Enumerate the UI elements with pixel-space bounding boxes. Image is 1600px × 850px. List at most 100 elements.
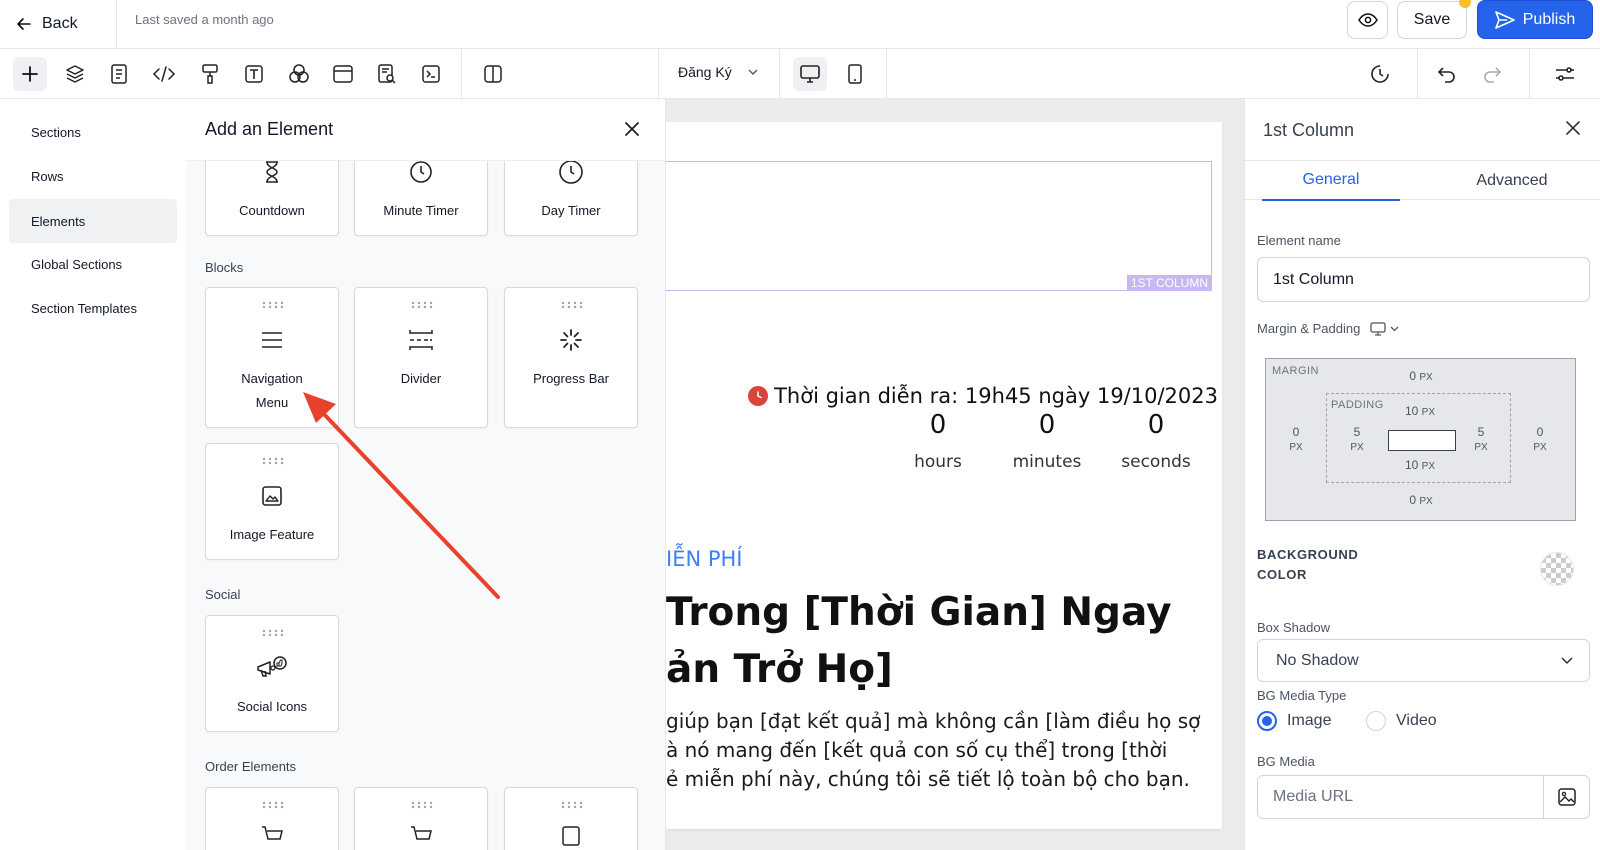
divider [116,0,117,48]
code-button[interactable] [147,57,181,91]
padding-bottom-value[interactable]: 10 PX [1395,458,1445,474]
clock-icon [748,386,769,406]
pages-button[interactable] [102,57,136,91]
settings-sliders-icon [1556,67,1574,81]
radio-circle [1366,711,1386,731]
drag-handle-icon [262,801,284,809]
tab-advanced[interactable]: Advanced [1443,161,1581,201]
layers-icon [66,65,84,83]
nav-item-section-templates[interactable]: Section Templates [9,286,177,330]
media-picker-button[interactable] [1543,776,1589,818]
save-button[interactable]: Save [1397,1,1467,39]
undo-icon [1437,67,1455,83]
clock-icon [407,158,435,186]
element-name-input[interactable]: 1st Column [1257,257,1590,302]
publish-button[interactable]: Publish [1477,0,1593,39]
toolbar-divider [658,49,659,98]
close-icon [1566,121,1580,135]
desktop-view-button[interactable] [793,57,827,91]
redo-button[interactable] [1475,57,1509,91]
element-card-label: Progress Bar [533,371,609,386]
close-panel-button[interactable] [622,119,642,139]
left-navigation: Sections Rows Elements Global Sections S… [0,99,186,850]
media-url-field[interactable]: Media URL [1257,775,1590,819]
page-icon [111,64,127,84]
typography-button[interactable] [237,57,271,91]
box-shadow-value: No Shadow [1276,651,1359,669]
image-icon [258,482,286,510]
toolbar-divider [1529,49,1530,98]
add-element-button[interactable] [13,57,47,91]
box-shadow-select[interactable]: No Shadow [1257,639,1590,682]
back-button[interactable]: Back [16,9,78,39]
padding-left-value[interactable]: 5 PX [1345,425,1369,455]
body-paragraph[interactable]: giúp bạn [đạt kết quả] mà không cần [làm… [666,707,1200,794]
nav-item-global-sections[interactable]: Global Sections [9,242,177,286]
history-button[interactable] [1363,57,1397,91]
element-card-order-2[interactable] [354,787,488,850]
content-box [1388,430,1456,451]
device-selector[interactable] [1370,321,1399,336]
element-card-order-1[interactable] [205,787,339,850]
drag-handle-icon [411,301,433,309]
element-card-navigation-menu[interactable]: Navigation Menu [205,287,339,428]
mobile-view-button[interactable] [838,57,872,91]
settings-button[interactable] [1548,57,1582,91]
panel-title: Add an Element [205,119,334,139]
shapes-button[interactable] [282,57,316,91]
element-card-image-feature[interactable]: Image Feature [205,443,339,560]
background-color-swatch[interactable] [1540,552,1574,586]
margin-left-value[interactable]: 0 PX [1284,425,1308,455]
countdown-hours-value: 0 [929,410,947,440]
countdown-minutes-value: 0 [1038,410,1056,440]
page-selector-label: Đăng Ký [678,64,732,80]
element-card-social-icons[interactable]: Social Icons [205,615,339,732]
properties-tabs: General Advanced [1245,160,1600,201]
element-card-progress-bar[interactable]: Progress Bar [504,287,638,428]
preview-button[interactable] [1347,1,1388,39]
element-card-divider[interactable]: Divider [354,287,488,428]
padding-caption: PADDING [1331,399,1384,411]
nav-item-sections[interactable]: Sections [9,110,177,154]
nav-item-rows[interactable]: Rows [9,154,177,198]
terminal-button[interactable] [414,57,448,91]
radio-video[interactable]: Video [1366,711,1437,731]
free-tag-text[interactable]: IỄN PHÍ [666,547,743,571]
margin-right-value[interactable]: 0 PX [1528,425,1552,455]
tab-general[interactable]: General [1262,161,1400,201]
element-name-label: Element name [1257,233,1341,248]
radio-circle-selected [1257,711,1277,731]
background-color-label: BACKGROUND COLOR [1257,547,1359,582]
layers-button[interactable] [58,57,92,91]
padding-right-value[interactable]: 5 PX [1469,425,1493,455]
toolbar-divider [886,49,887,98]
headline-text[interactable]: Trong [Thời Gian] Ngay ản Trở Họ] [666,584,1172,698]
page-selector[interactable]: Đăng Ký [678,64,758,80]
properties-title: 1st Column [1263,120,1355,140]
close-icon [625,122,639,136]
layout-button[interactable] [326,57,360,91]
countdown-seconds-value: 0 [1147,410,1165,440]
seo-button[interactable] [370,57,404,91]
toolbar-divider [1417,49,1418,98]
countdown-seconds-label: seconds [1121,452,1191,472]
margin-top-value[interactable]: 0 PX [1398,369,1444,385]
top-bar: Back Last saved a month ago Save Publish [0,0,1600,49]
drag-handle-icon [411,801,433,809]
close-properties-button[interactable] [1563,118,1583,138]
event-time-text[interactable]: Thời gian diễn ra: 19h45 ngày 19/10/2023 [748,384,1218,408]
desktop-icon [1370,321,1386,336]
styles-button[interactable] [193,57,227,91]
drag-handle-icon [561,301,583,309]
element-card-order-3[interactable] [504,787,638,850]
nav-item-elements[interactable]: Elements [9,199,177,243]
columns-button[interactable] [476,57,510,91]
radio-image[interactable]: Image [1257,711,1331,731]
margin-bottom-value[interactable]: 0 PX [1398,493,1444,509]
shapes-icon [289,64,309,83]
desktop-icon [800,65,820,83]
notification-dot [1459,0,1471,8]
selected-column-outline[interactable]: 1ST COLUMN [666,161,1212,291]
padding-top-value[interactable]: 10 PX [1395,404,1445,420]
undo-button[interactable] [1430,57,1464,91]
